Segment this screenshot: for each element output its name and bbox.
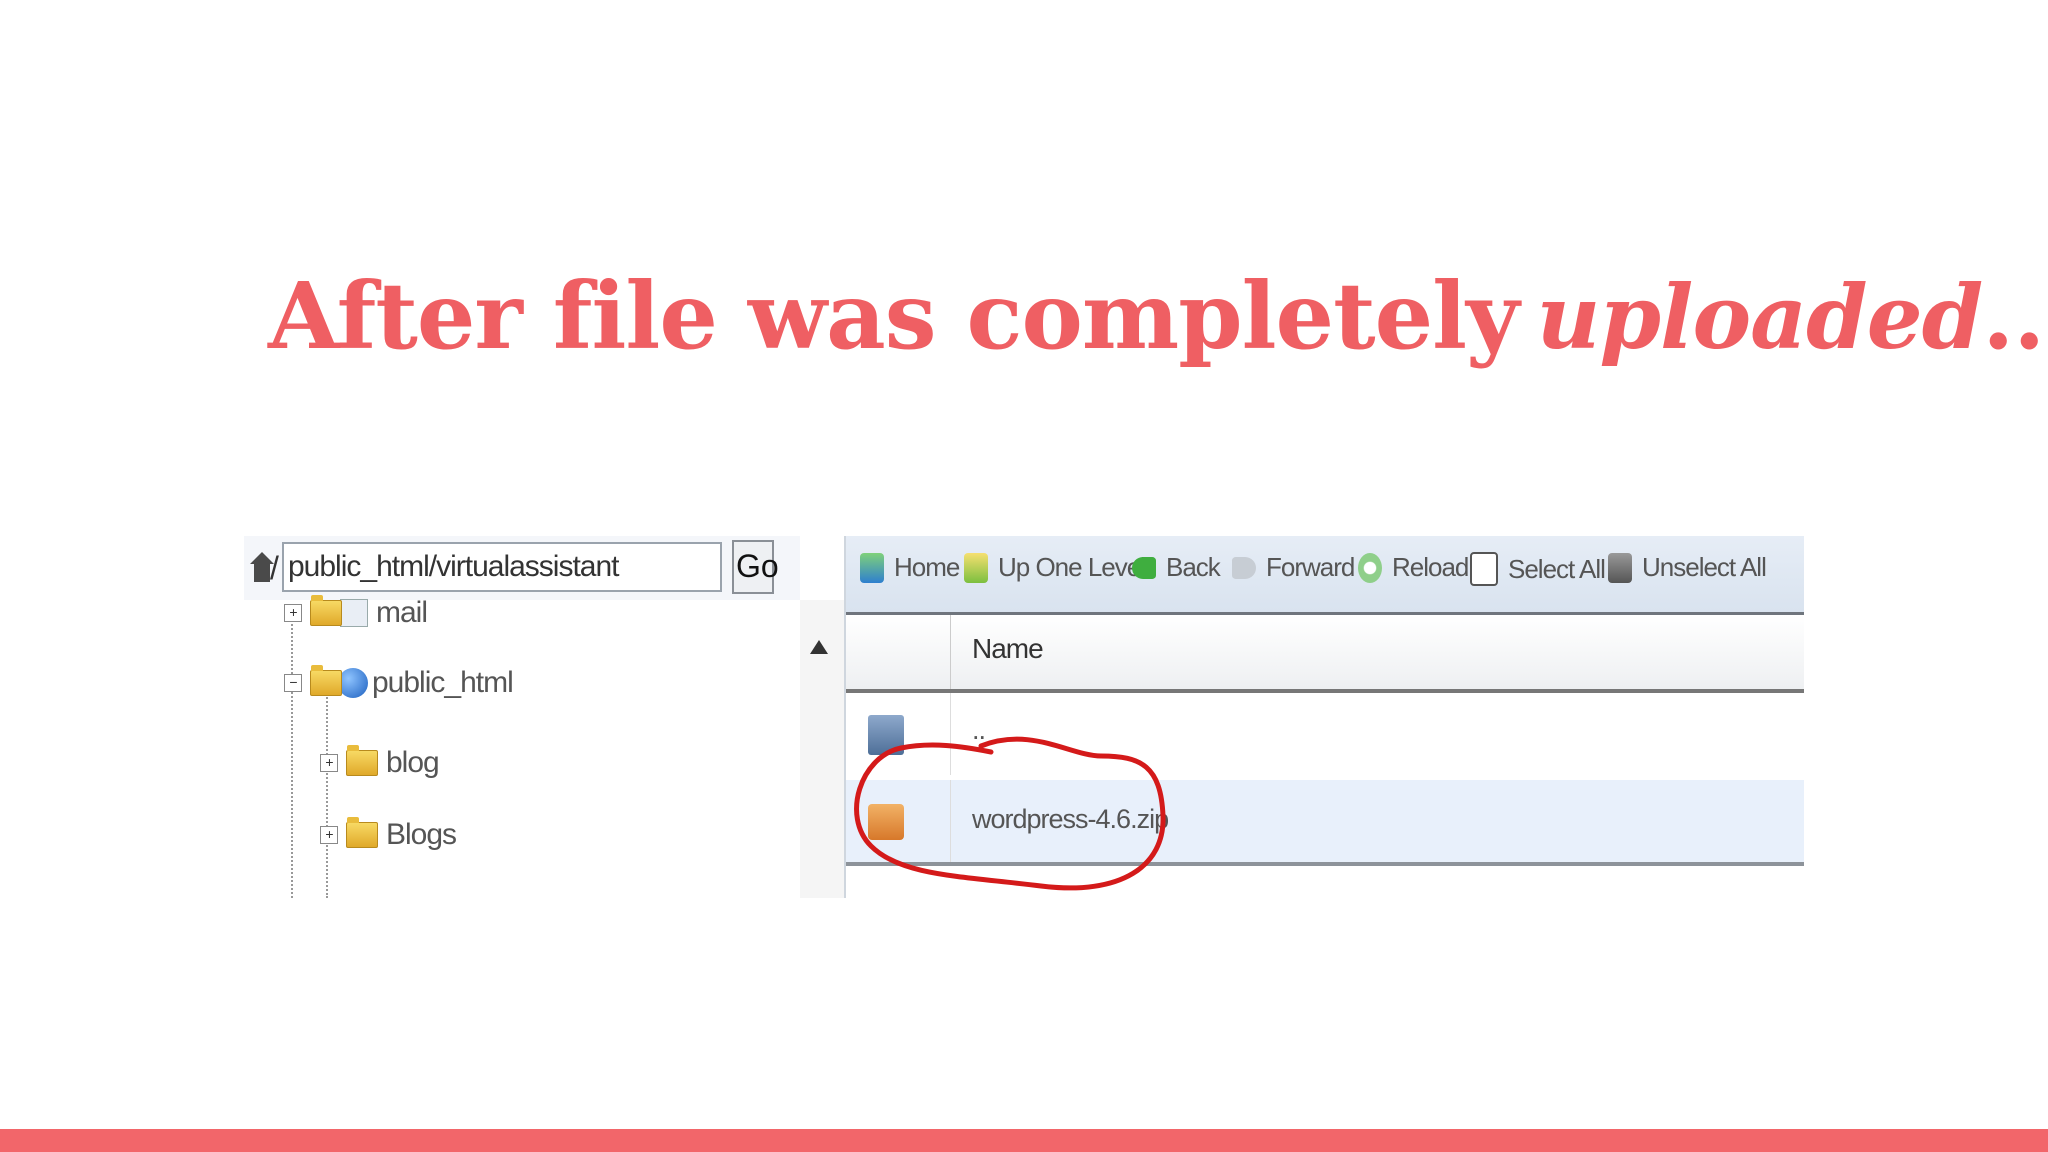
go-button[interactable]: Go [732, 540, 779, 594]
file-list-panel: Home Up One Level Back Forward Reload Se… [844, 536, 1804, 898]
collapse-icon[interactable]: − [284, 674, 302, 692]
file-name: wordpress-4.6.zip [972, 804, 1169, 834]
expand-icon[interactable]: + [284, 604, 302, 622]
file-list-header: Name [846, 615, 1804, 693]
tree-item-label: blog [386, 746, 440, 779]
back-button[interactable]: Back [1132, 552, 1221, 583]
column-divider [950, 615, 951, 689]
tree-item-public-html[interactable]: − public_html [284, 665, 514, 700]
up-one-level-label: Up One Level [998, 552, 1146, 582]
file-manager-screenshot: / Go + mail − public_html + blog + Blogs [244, 536, 1804, 898]
folder-icon [346, 745, 378, 776]
mail-icon [340, 599, 368, 627]
back-arrow-icon [1132, 556, 1156, 579]
home-icon [860, 552, 884, 583]
tree-item-label: Blogs [386, 818, 457, 851]
folder-icon [868, 715, 904, 755]
globe-icon [338, 668, 368, 698]
reload-label: Reload [1392, 552, 1469, 582]
table-row[interactable]: wordpress-4.6.zip [846, 780, 1804, 866]
unselect-all-button[interactable]: Unselect All [1608, 552, 1767, 583]
home-button[interactable]: Home [860, 552, 960, 583]
forward-arrow-icon [1232, 556, 1256, 579]
up-one-level-button[interactable]: Up One Level [964, 552, 1146, 583]
expand-icon[interactable]: + [320, 754, 338, 772]
tree-item-blogs[interactable]: + Blogs [320, 817, 457, 852]
tree-item-mail[interactable]: + mail [284, 595, 428, 630]
scroll-up-icon[interactable] [810, 640, 828, 654]
checkbox-checked-icon [1470, 552, 1498, 586]
forward-label: Forward [1266, 552, 1355, 582]
up-folder-icon [964, 552, 988, 583]
select-all-button[interactable]: Select All [1470, 552, 1606, 586]
tree-item-blog[interactable]: + blog [320, 745, 440, 780]
toolbar: Home Up One Level Back Forward Reload Se… [846, 536, 1804, 615]
address-bar: / Go [244, 536, 800, 600]
column-divider [950, 693, 951, 775]
tree-guide-line [326, 686, 328, 898]
reload-icon [1358, 552, 1382, 583]
column-name-header[interactable]: Name [972, 633, 1044, 665]
title-main: After file was completely [268, 262, 1520, 370]
path-input[interactable] [282, 542, 722, 592]
tree-guide-line [291, 616, 293, 898]
expand-icon[interactable]: + [320, 826, 338, 844]
unselect-all-label: Unselect All [1642, 552, 1767, 582]
open-folder-icon [310, 665, 342, 696]
slide-title: After file was completely uploaded.. [268, 262, 2045, 370]
title-end: .. [1982, 262, 2045, 370]
table-row[interactable]: .. [846, 693, 1804, 775]
select-all-label: Select All [1508, 553, 1606, 584]
forward-button[interactable]: Forward [1232, 552, 1355, 583]
folder-icon [310, 595, 342, 626]
back-label: Back [1166, 552, 1221, 582]
bottom-accent-bar [0, 1129, 2048, 1152]
zip-icon [868, 804, 904, 840]
folder-icon [346, 817, 378, 848]
tree-item-label: mail [376, 596, 428, 629]
column-divider [950, 780, 951, 862]
home-label: Home [894, 552, 960, 582]
directory-tree-panel: / Go + mail − public_html + blog + Blogs [244, 536, 800, 898]
title-emphasis: uploaded [1536, 265, 1984, 369]
file-name: .. [972, 715, 986, 745]
unselect-icon [1608, 552, 1632, 583]
path-separator: / [270, 550, 279, 586]
tree-item-label: public_html [372, 666, 514, 699]
reload-button[interactable]: Reload [1358, 552, 1469, 583]
